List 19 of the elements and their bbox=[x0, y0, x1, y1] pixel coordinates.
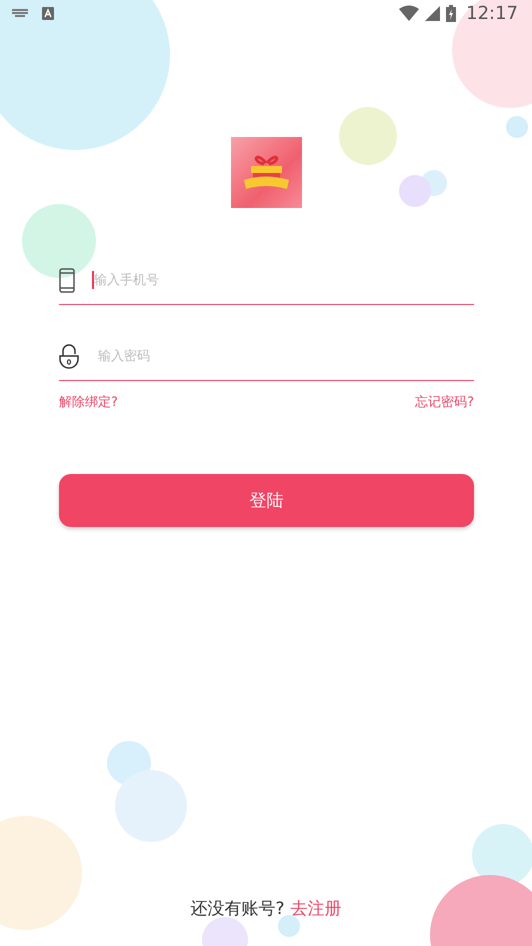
bubble-decoration bbox=[506, 116, 528, 138]
font-a-icon bbox=[42, 6, 54, 20]
gift-logo-drawing bbox=[230, 137, 302, 208]
padlock-icon bbox=[59, 344, 79, 368]
no-account-text: 还没有账号? bbox=[190, 898, 285, 920]
status-time: 12:17 bbox=[466, 2, 518, 24]
bubble-decoration bbox=[278, 915, 300, 937]
register-link[interactable]: 去注册 bbox=[290, 897, 342, 920]
wifi-icon bbox=[399, 5, 420, 21]
unbind-link[interactable]: 解除绑定? bbox=[59, 393, 118, 411]
forgot-password-link[interactable]: 忘记密码? bbox=[415, 393, 474, 411]
phone-icon bbox=[59, 268, 75, 292]
signal-icon bbox=[425, 6, 440, 20]
phone-input-field[interactable]: 输入手机号 bbox=[94, 265, 474, 295]
bubble-decoration bbox=[399, 175, 431, 207]
login-button[interactable]: 登陆 bbox=[59, 474, 474, 527]
battery-charging-icon bbox=[446, 4, 456, 22]
keyboard-icon bbox=[12, 9, 28, 17]
password-input-field[interactable]: 输入密码 bbox=[98, 341, 474, 371]
